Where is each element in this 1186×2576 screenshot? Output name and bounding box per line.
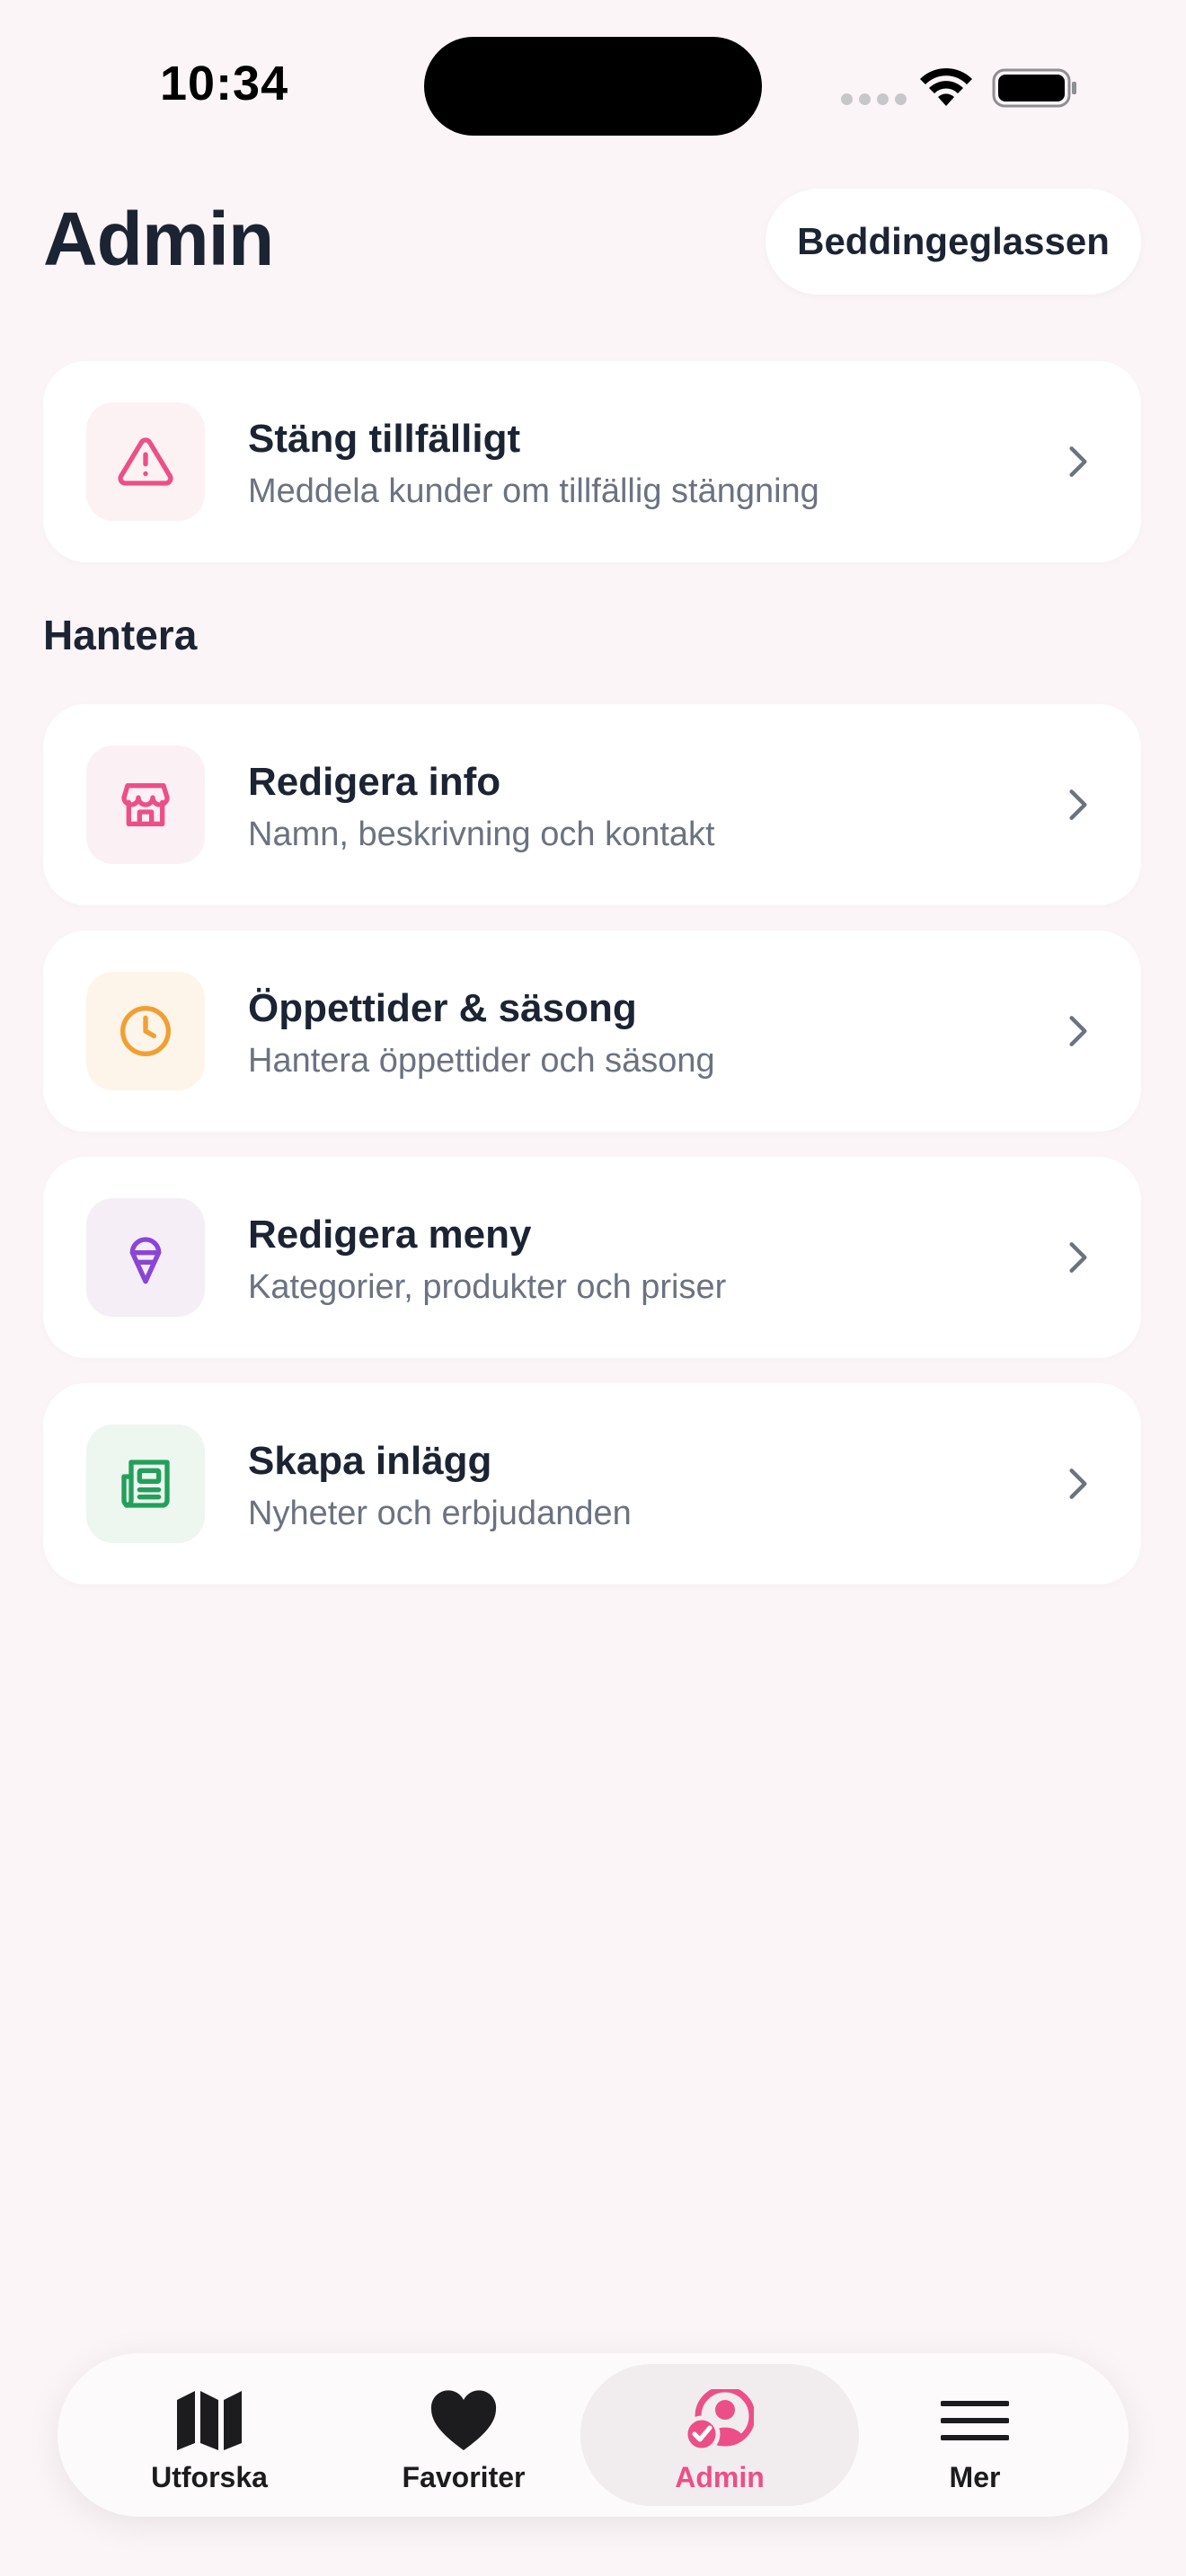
- edit-menu-icon-box: [86, 1198, 205, 1317]
- create-post-card[interactable]: Skapa inlägg Nyheter och erbjudanden: [43, 1383, 1141, 1584]
- tab-label: Utforska: [151, 2461, 268, 2493]
- page-title: Admin: [43, 197, 274, 281]
- close-temporarily-card[interactable]: Stäng tillfälligt Meddela kunder om till…: [43, 361, 1141, 562]
- tab-favorites[interactable]: Favoriter: [324, 2364, 603, 2506]
- newspaper-icon: [121, 1460, 170, 1508]
- status-bar: 10:34: [0, 0, 1186, 171]
- card-subtitle: Nyheter och erbjudanden: [248, 1495, 632, 1532]
- card-subtitle: Namn, beskrivning och kontakt: [248, 816, 715, 853]
- tab-more[interactable]: Mer: [836, 2364, 1114, 2506]
- cellular-signal-icon: [841, 93, 907, 105]
- edit-info-card[interactable]: Redigera info Namn, beskrivning och kont…: [43, 704, 1141, 905]
- map-icon: [177, 2391, 242, 2450]
- tab-explore[interactable]: Utforska: [70, 2364, 349, 2506]
- tab-label: Admin: [675, 2461, 765, 2493]
- wifi-icon: [920, 67, 972, 106]
- chevron-right-icon: [1069, 446, 1087, 477]
- status-time: 10:34: [160, 57, 289, 110]
- opening-hours-icon-box: [86, 972, 205, 1090]
- card-subtitle: Kategorier, produkter och priser: [248, 1268, 727, 1306]
- tab-label: Mer: [949, 2461, 1001, 2493]
- close-temporarily-icon-box: [86, 402, 205, 521]
- store-icon: [121, 783, 170, 826]
- create-post-icon-box: [86, 1425, 205, 1543]
- ice-cream-icon: [129, 1237, 162, 1284]
- chevron-right-icon: [1069, 1242, 1087, 1273]
- card-title: Öppettider & säsong: [248, 986, 637, 1030]
- heart-icon: [430, 2390, 497, 2450]
- section-heading-manage: Hantera: [43, 612, 198, 658]
- tab-label: Favoriter: [402, 2461, 526, 2493]
- card-title: Skapa inlägg: [248, 1439, 492, 1483]
- clock-icon: [120, 1006, 171, 1056]
- edit-info-icon-box: [86, 745, 205, 864]
- edit-menu-card[interactable]: Redigera meny Kategorier, produkter och …: [43, 1157, 1141, 1358]
- admin-user-check-icon: [686, 2389, 754, 2452]
- card-title: Redigera meny: [248, 1213, 532, 1257]
- chevron-right-icon: [1069, 1016, 1087, 1046]
- chevron-right-icon: [1069, 790, 1087, 820]
- card-subtitle: Meddela kunder om tillfällig stängning: [248, 472, 819, 510]
- chevron-right-icon: [1069, 1469, 1087, 1499]
- battery-icon: [992, 68, 1076, 108]
- menu-icon: [941, 2401, 1009, 2440]
- tab-admin[interactable]: Admin: [580, 2364, 859, 2506]
- store-selector-button[interactable]: Beddingeglassen: [766, 189, 1141, 295]
- warning-triangle-icon: [118, 437, 173, 486]
- card-subtitle: Hantera öppettider och säsong: [248, 1042, 715, 1080]
- card-title: Stäng tillfälligt: [248, 417, 521, 461]
- card-title: Redigera info: [248, 760, 501, 804]
- tab-bar: Utforska Favoriter Admin Mer: [58, 2353, 1128, 2517]
- dynamic-island: [424, 37, 762, 136]
- opening-hours-card[interactable]: Öppettider & säsong Hantera öppettider o…: [43, 931, 1141, 1132]
